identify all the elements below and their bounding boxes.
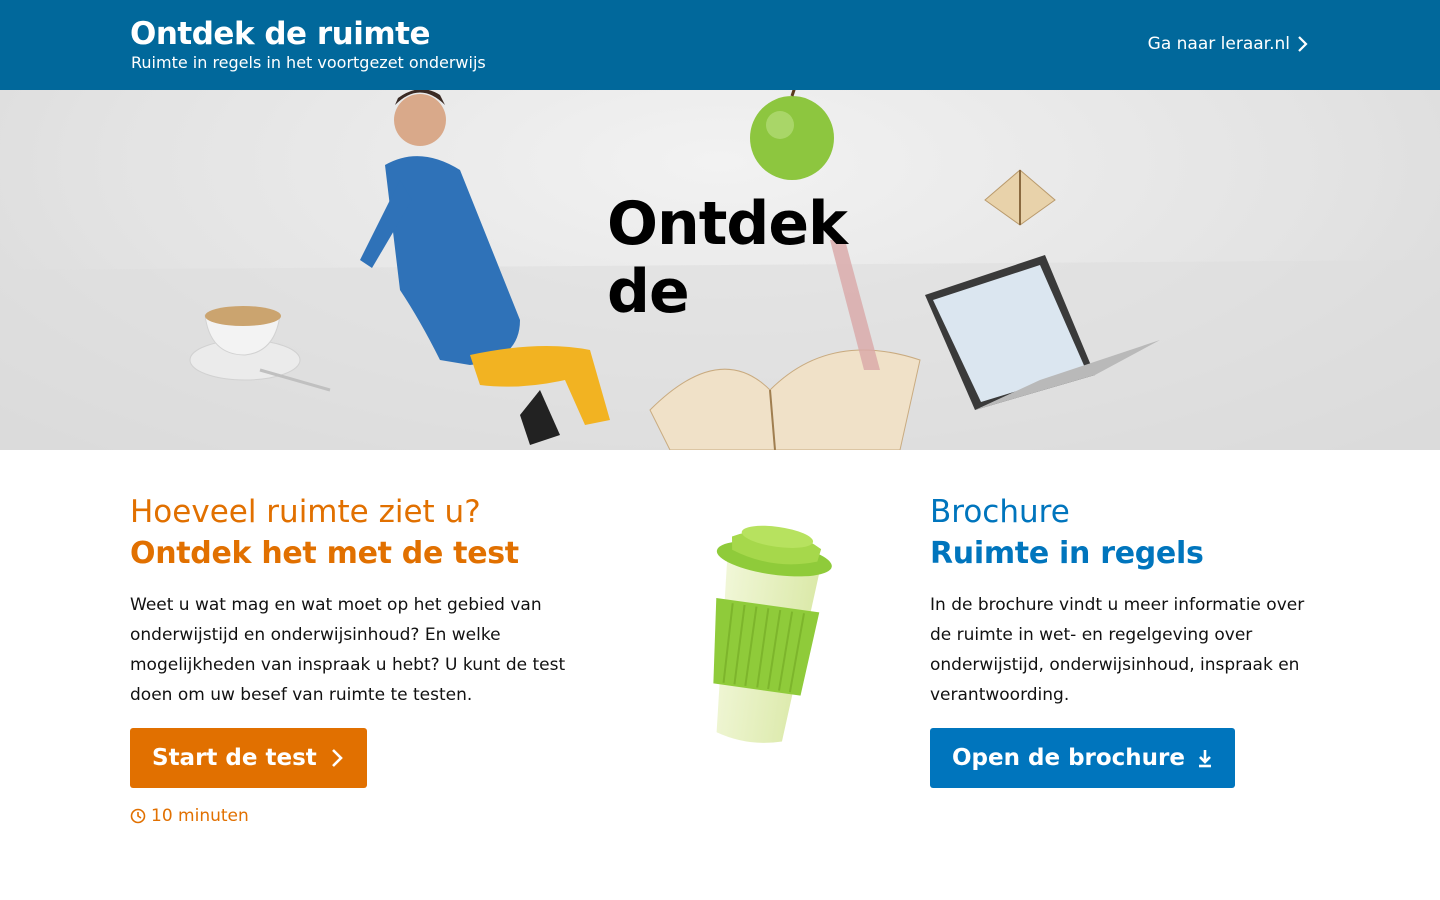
hero-title-line1: Ontdek: [607, 190, 848, 259]
clock-icon: [130, 808, 146, 824]
leraar-link[interactable]: Ga naar leraar.nl: [1148, 34, 1310, 54]
test-description: Weet u wat mag en wat moet op het gebied…: [130, 595, 566, 705]
open-brochure-button[interactable]: Open de brochure: [930, 728, 1235, 788]
site-subtitle: Ruimte in regels in het voortgezet onder…: [131, 53, 486, 72]
brochure-heading-light: Brochure: [930, 494, 1070, 530]
open-brochure-button-label: Open de brochure: [952, 745, 1185, 771]
site-title[interactable]: Ontdek de ruimte: [130, 16, 431, 52]
chevron-right-icon: [1298, 36, 1308, 52]
brochure-heading-bold: Ruimte in regels: [930, 536, 1204, 571]
test-heading-light: Hoeveel ruimte ziet u?: [130, 494, 481, 530]
start-test-button-label: Start de test: [152, 745, 317, 771]
hero-title: Ontdek de ruimte: [607, 190, 897, 320]
chevron-right-icon: [331, 749, 343, 767]
brochure-description: In de brochure vindt u meer informatie o…: [930, 595, 1305, 705]
download-icon: [1199, 750, 1211, 768]
hero-banner: Ontdek de ruimte: [0, 90, 1440, 450]
brochure-section: Brochure Ruimte in regels In de brochure…: [930, 492, 1320, 788]
apple-image: [750, 90, 834, 180]
leraar-link-label: Ga naar leraar.nl: [1147, 34, 1290, 54]
site-header: Ontdek de ruimte Ruimte in regels in het…: [0, 0, 1440, 90]
coffee-cup-image: [713, 525, 832, 743]
small-book-image: [984, 169, 1056, 226]
test-heading-bold: Ontdek het met de test: [130, 536, 519, 571]
test-section: Hoeveel ruimte ziet u? Ontdek het met de…: [130, 492, 610, 826]
duration-label: 10 minuten: [151, 806, 249, 826]
hero-title-line2: de ruimte: [607, 257, 690, 320]
test-duration: 10 minuten: [130, 806, 610, 826]
start-test-button[interactable]: Start de test: [130, 728, 367, 788]
